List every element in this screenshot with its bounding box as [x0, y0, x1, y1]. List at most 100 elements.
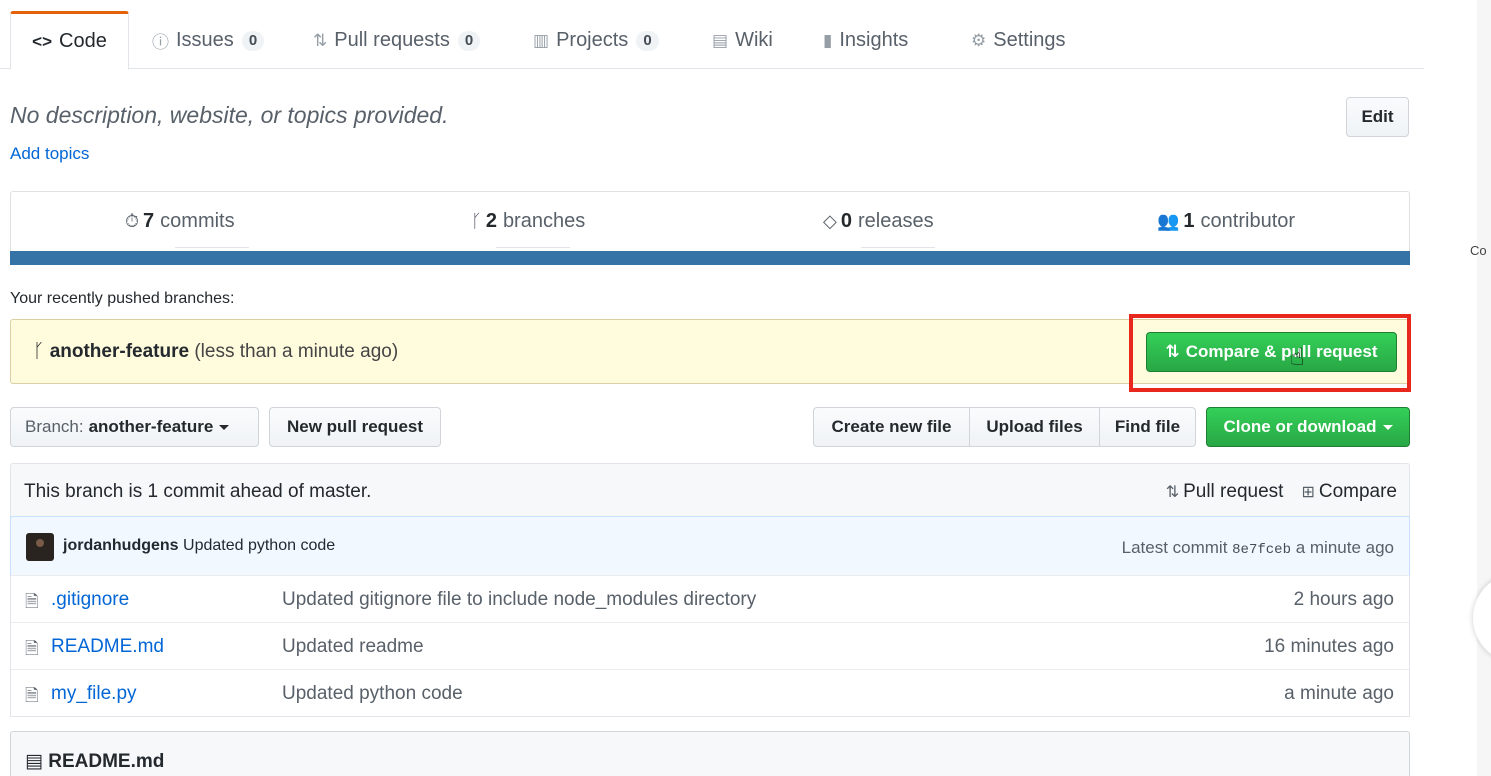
file-commit-message[interactable]: Updated gitignore file to include node_m… [282, 589, 756, 611]
branches-label: branches [502, 210, 586, 232]
table-row: 🗎 .gitignore Updated gitignore file to i… [11, 575, 1409, 622]
compare-label: Compare [1318, 481, 1397, 502]
tab-label: Pull requests [334, 29, 450, 51]
commit-sha[interactable]: 8e7fceb [1232, 542, 1291, 558]
issues-counter: 0 [241, 30, 265, 51]
commit-age: a minute ago [1295, 538, 1394, 557]
recent-branch-time: (less than a minute ago) [194, 341, 399, 362]
clone-download-button[interactable]: Clone or download [1206, 407, 1410, 447]
current-branch: another-feature [88, 417, 214, 436]
clone-label: Clone or download [1223, 417, 1377, 436]
readme-title-text: README.md [48, 751, 165, 772]
commit-summary: jordanhudgens Updated python code [63, 537, 335, 555]
readme-title: ▤ README.md [25, 750, 164, 773]
tab-label: Insights [839, 29, 909, 51]
branch-prefix: Branch: [25, 417, 84, 436]
project-icon: ▥ [533, 30, 550, 50]
edit-description-button[interactable]: Edit [1346, 97, 1409, 137]
contributors-link[interactable]: 👥 1 contributor [1157, 210, 1295, 233]
graph-icon: ▮ [823, 30, 833, 50]
file-name-link[interactable]: .gitignore [51, 589, 129, 611]
github-repo-page: <> Code ⓘ Issues 0 ⇅ Pull requests 0 ▥ P… [0, 0, 1491, 776]
commits-link[interactable]: ⏱ 7 commits [125, 210, 235, 233]
file-age: 2 hours ago [1293, 589, 1394, 610]
page-gutter [1424, 0, 1477, 776]
side-panel [1477, 0, 1491, 776]
compare-link[interactable]: ⊞ Compare [1301, 481, 1397, 503]
caret-down-icon [219, 424, 230, 430]
file-list: 🗎 .gitignore Updated gitignore file to i… [10, 575, 1410, 717]
issue-icon: ⓘ [152, 33, 169, 52]
file-name-link[interactable]: README.md [51, 636, 164, 658]
table-row: 🗎 README.md Updated readme 16 minutes ag… [11, 622, 1409, 669]
recent-branch-name[interactable]: another-feature [50, 341, 189, 362]
releases-label: releases [857, 210, 934, 232]
create-new-file-button[interactable]: Create new file [813, 407, 970, 447]
file-commit-message[interactable]: Updated python code [282, 683, 463, 705]
pull-requests-counter: 0 [457, 30, 481, 51]
side-panel-text: Co [1470, 243, 1487, 258]
add-topics-link[interactable]: Add topics [10, 144, 89, 164]
file-icon: 🗎 [25, 686, 39, 705]
commits-count: 7 [143, 210, 155, 232]
tab-label: Settings [993, 29, 1066, 51]
recent-branch: ᚴ another-feature (less than a minute ag… [33, 341, 398, 363]
find-file-button[interactable]: Find file [1099, 407, 1196, 447]
commits-label: commits [160, 210, 235, 232]
language-bar[interactable] [10, 251, 1410, 265]
tab-projects[interactable]: ▥ Projects 0 [533, 12, 659, 69]
pull-request-icon: ⇅ [313, 30, 328, 50]
branch-select-menu[interactable]: Branch: another-feature [10, 407, 259, 447]
file-icon: 🗎 [25, 592, 39, 611]
commit-author[interactable]: jordanhudgens [63, 537, 179, 554]
numbers-summary: ⏱ 7 commits ᚴ 2 branches ◇ 0 releases 👥 … [10, 191, 1410, 265]
pull-request-link[interactable]: ⇅ Pull request [1166, 481, 1284, 503]
branches-link[interactable]: ᚴ 2 branches [471, 210, 585, 233]
book-icon: ▤ [712, 30, 729, 50]
book-icon: ▤ [25, 751, 43, 772]
branch-icon: ᚴ [471, 211, 482, 231]
file-name-link[interactable]: my_file.py [51, 683, 137, 705]
divider [496, 247, 570, 248]
hand-cursor-icon: ☝ [1290, 344, 1305, 371]
divider [861, 247, 935, 248]
compare-pull-request-button[interactable]: ⇅ Compare & pull request [1146, 332, 1397, 372]
readme-header: ▤ README.md [10, 731, 1410, 776]
contributors-count: 1 [1183, 210, 1195, 232]
branch-status-bar: This branch is 1 commit ahead of master.… [10, 463, 1410, 517]
file-commit-message[interactable]: Updated readme [282, 636, 424, 658]
latest-commit-label: Latest commit [1121, 538, 1228, 557]
pull-request-label: Pull request [1183, 481, 1284, 502]
recent-branches-label: Your recently pushed branches: [10, 290, 235, 307]
commit-message[interactable]: Updated python code [183, 537, 335, 554]
table-row: 🗎 my_file.py Updated python code a minut… [11, 669, 1409, 716]
new-pull-request-button[interactable]: New pull request [269, 407, 441, 447]
projects-counter: 0 [636, 30, 659, 51]
diff-icon: ⊞ [1301, 484, 1315, 501]
history-icon: ⏱ [125, 211, 140, 231]
tab-label: Code [59, 30, 107, 52]
avatar[interactable] [26, 533, 54, 561]
tag-icon: ◇ [823, 211, 837, 231]
code-icon: <> [32, 31, 53, 51]
releases-count: 0 [840, 210, 852, 232]
upload-files-button[interactable]: Upload files [969, 407, 1100, 447]
tab-pull-requests[interactable]: ⇅ Pull requests 0 [313, 12, 481, 69]
caret-down-icon [1382, 424, 1393, 430]
tab-insights[interactable]: ▮ Insights [823, 12, 908, 69]
latest-commit-bar: jordanhudgens Updated python code Latest… [10, 516, 1410, 576]
divider [175, 247, 249, 248]
repo-nav-tabs: <> Code ⓘ Issues 0 ⇅ Pull requests 0 ▥ P… [0, 0, 1424, 70]
gear-icon: ⚙ [971, 30, 987, 50]
pull-request-icon: ⇅ [1165, 342, 1180, 361]
file-age: 16 minutes ago [1264, 636, 1394, 657]
file-age: a minute ago [1284, 683, 1394, 704]
branches-count: 2 [485, 210, 497, 232]
tab-issues[interactable]: ⓘ Issues 0 [152, 12, 265, 69]
branch-actions: ⇅ Pull request ⊞ Compare [1166, 481, 1397, 503]
tab-wiki[interactable]: ▤ Wiki [712, 12, 773, 69]
releases-link[interactable]: ◇ 0 releases [823, 210, 934, 233]
tab-code[interactable]: <> Code [10, 11, 129, 70]
compare-label: Compare & pull request [1185, 342, 1378, 361]
tab-settings[interactable]: ⚙ Settings [971, 12, 1066, 69]
